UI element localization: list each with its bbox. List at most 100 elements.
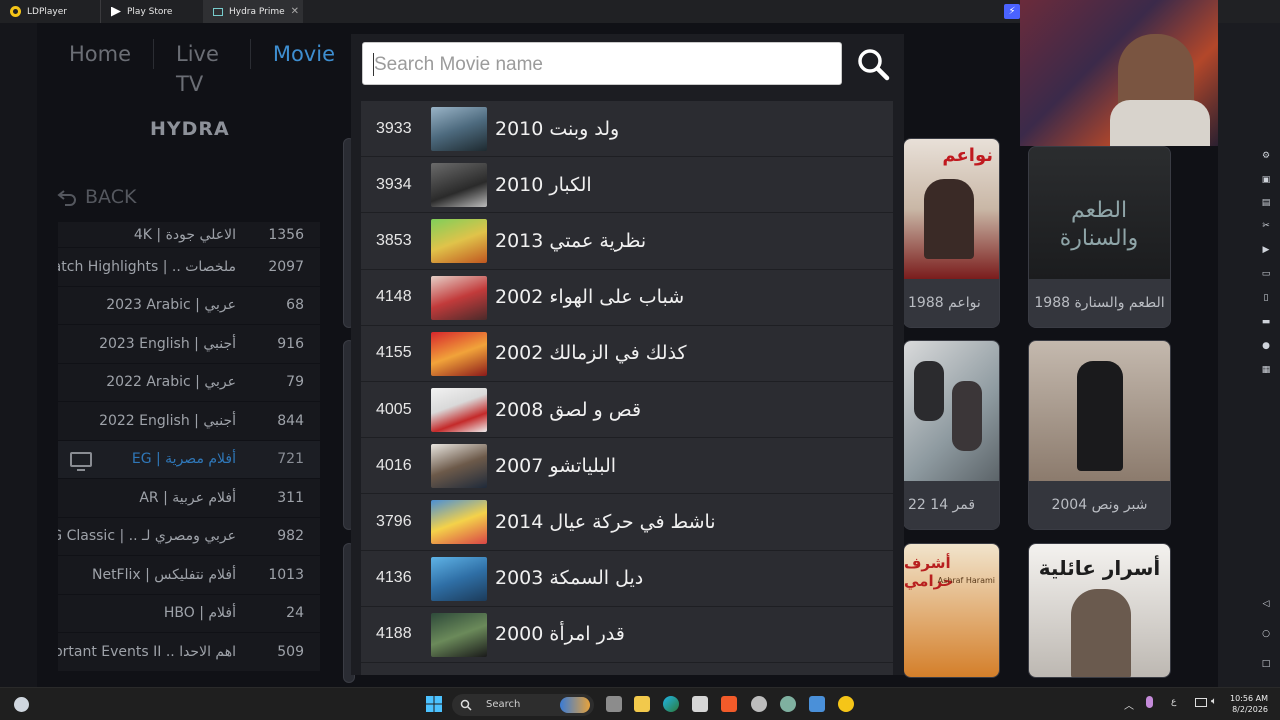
category-count: 721 bbox=[277, 451, 304, 468]
result-row[interactable]: 3933 ولد وبنت 2010 bbox=[361, 101, 893, 158]
result-id: 4016 bbox=[376, 456, 412, 474]
poster-art: نواعم bbox=[904, 139, 999, 279]
location-icon[interactable]: ● bbox=[1261, 341, 1271, 351]
result-row[interactable]: 3796 ناشط في حركة عيال 2014 bbox=[361, 494, 893, 551]
movie-poster[interactable]: قمر 14 22 bbox=[903, 340, 1000, 530]
category-count: 982 bbox=[277, 528, 304, 545]
back-nav-icon[interactable]: ◁ bbox=[1261, 599, 1271, 609]
result-title: قدر امرأة 2000 bbox=[495, 623, 625, 646]
tab-hydra-prime[interactable]: Hydra Prime ✕ bbox=[203, 0, 303, 23]
system-clock[interactable]: 10:56 AM 8/2/2026 bbox=[1226, 693, 1268, 715]
category-item-selected[interactable]: EG | أفلام مصرية 721 bbox=[58, 440, 320, 479]
recents-nav-icon[interactable]: □ bbox=[1261, 659, 1271, 669]
result-id: 4188 bbox=[376, 625, 412, 643]
folder-icon[interactable]: ▬ bbox=[1261, 317, 1271, 327]
movie-poster[interactable]: شبر ونص 2004 bbox=[1028, 340, 1171, 530]
edge-icon[interactable] bbox=[663, 696, 679, 712]
result-thumbnail bbox=[431, 275, 487, 320]
file-explorer-icon[interactable] bbox=[634, 696, 650, 712]
nav-home[interactable]: Home bbox=[37, 39, 155, 69]
result-row[interactable]: 4016 البلياتشو 2007 bbox=[361, 438, 893, 495]
category-item[interactable]: 2022 English | أجنبي 844 bbox=[58, 402, 320, 441]
result-thumbnail bbox=[431, 500, 487, 545]
category-item[interactable]: 2022 Arabic | عربي 79 bbox=[58, 363, 320, 402]
task-view-icon[interactable] bbox=[606, 696, 622, 712]
tray-chevron-icon[interactable]: ︿ bbox=[1124, 697, 1134, 712]
home-nav-icon[interactable]: ○ bbox=[1261, 629, 1271, 639]
boost-icon[interactable]: ⚡ bbox=[1004, 4, 1020, 19]
poster-figure bbox=[1077, 361, 1123, 471]
result-row-partial[interactable] bbox=[361, 663, 893, 675]
category-count: 509 bbox=[277, 643, 304, 660]
category-label: EG | أفلام مصرية bbox=[131, 451, 236, 468]
movie-poster[interactable]: نواعم نواعم 1988 bbox=[903, 138, 1000, 328]
chrome-icon[interactable] bbox=[751, 696, 767, 712]
screenshot-icon[interactable]: ▭ bbox=[1261, 269, 1271, 279]
category-item[interactable]: 2023 English | أجنبي 916 bbox=[58, 325, 320, 364]
category-item[interactable]: 4K | الاعلي جودة 1356 bbox=[58, 222, 320, 248]
nav-live-tv[interactable]: Live TV bbox=[154, 39, 251, 96]
brave-icon[interactable] bbox=[721, 696, 737, 712]
tab-play-store[interactable]: Play Store bbox=[100, 0, 200, 23]
close-tab-icon[interactable]: ✕ bbox=[291, 6, 299, 17]
mic-icon[interactable] bbox=[1146, 696, 1153, 708]
ldplayer-taskbar-icon[interactable] bbox=[838, 696, 854, 712]
result-row[interactable]: 3853 نظرية عمتي 2013 bbox=[361, 213, 893, 270]
result-row[interactable]: 4148 شباب على الهواء 2002 bbox=[361, 270, 893, 326]
input-language[interactable]: ع bbox=[1171, 697, 1176, 707]
category-label: 2023 Arabic | عربي bbox=[106, 297, 236, 314]
category-label: AR EG Classic | .. عربي ومصري لـ bbox=[58, 528, 236, 545]
ldplayer-icon bbox=[10, 6, 21, 17]
category-count: 844 bbox=[277, 412, 304, 429]
network-icon[interactable] bbox=[1195, 698, 1207, 707]
poster-figure bbox=[914, 361, 944, 421]
category-label: Match Highlights | .. ملخصات bbox=[58, 258, 236, 275]
category-item[interactable]: AR | أفلام عربية 311 bbox=[58, 479, 320, 518]
category-count: 916 bbox=[277, 335, 304, 352]
search-dialog: Search Movie name 3933 ولد وبنت 2010 393… bbox=[351, 34, 904, 675]
result-row[interactable]: 4155 كذلك في الزمالك 2002 bbox=[361, 326, 893, 382]
category-item[interactable]: Match Highlights | .. ملخصات 2097 bbox=[58, 248, 320, 287]
volume-icon[interactable]: 🔈︎ bbox=[1211, 696, 1217, 707]
category-item[interactable]: 2023 Arabic | عربي 68 bbox=[58, 286, 320, 325]
apk-icon[interactable]: ▤ bbox=[1261, 198, 1271, 208]
nav-movies[interactable]: Movie bbox=[251, 39, 357, 69]
result-row[interactable]: 4136 ديل السمكة 2003 bbox=[361, 551, 893, 607]
poster-caption: شبر ونص 2004 bbox=[1029, 481, 1170, 529]
result-thumbnail bbox=[431, 107, 487, 151]
search-results-list: 3933 ولد وبنت 2010 3934 الكبار 2010 3853… bbox=[361, 101, 893, 675]
shake-icon[interactable]: ▯ bbox=[1261, 293, 1271, 303]
category-item[interactable]: AR EG Classic | .. عربي ومصري لـ 982 bbox=[58, 517, 320, 556]
category-label: Important Events II .. اهم الاحدا bbox=[58, 643, 236, 660]
search-input[interactable]: Search Movie name bbox=[362, 42, 842, 85]
category-count: 24 bbox=[286, 605, 304, 622]
remote-icon[interactable] bbox=[809, 696, 825, 712]
result-thumbnail bbox=[431, 444, 487, 489]
category-item[interactable]: HBO | أفلام 24 bbox=[58, 594, 320, 633]
tab-ldplayer[interactable]: LDPlayer bbox=[0, 0, 100, 23]
poster-title-art: الطعم والسنارة bbox=[1059, 198, 1139, 251]
settings-icon[interactable]: ⚙ bbox=[1261, 151, 1271, 161]
movie-poster[interactable]: أشرف حرامي Ashraf Harami bbox=[903, 543, 1000, 678]
camera-app-icon[interactable] bbox=[780, 696, 796, 712]
record-icon[interactable]: ▶ bbox=[1261, 245, 1271, 255]
result-row[interactable]: 3934 الكبار 2010 bbox=[361, 157, 893, 214]
store-icon[interactable] bbox=[692, 696, 708, 712]
movie-poster[interactable]: أسرار عائلية bbox=[1028, 543, 1171, 678]
clock-time: 10:56 AM bbox=[1230, 694, 1268, 703]
result-row[interactable]: 4005 قص و لصق 2008 bbox=[361, 382, 893, 439]
multi-instance-icon[interactable]: ▦ bbox=[1261, 365, 1271, 375]
widgets-icon[interactable] bbox=[14, 697, 29, 712]
taskbar-search[interactable]: Search bbox=[452, 694, 594, 716]
category-label: HBO | أفلام bbox=[163, 605, 236, 622]
result-row[interactable]: 4188 قدر امرأة 2000 bbox=[361, 607, 893, 663]
start-icon[interactable] bbox=[426, 696, 442, 712]
back-button[interactable]: BACK bbox=[57, 186, 136, 208]
result-id: 4148 bbox=[376, 288, 412, 306]
search-icon[interactable] bbox=[855, 46, 891, 82]
category-item[interactable]: Important Events II .. اهم الاحدا 509 bbox=[58, 633, 320, 672]
scissors-icon[interactable]: ✂ bbox=[1261, 221, 1271, 231]
keyboard-icon[interactable]: ▣ bbox=[1261, 175, 1271, 185]
movie-poster[interactable]: الطعم والسنارة الطعم والسنارة 1988 bbox=[1028, 146, 1171, 328]
category-item[interactable]: NetFlix | أفلام نتفليكس 1013 bbox=[58, 556, 320, 595]
